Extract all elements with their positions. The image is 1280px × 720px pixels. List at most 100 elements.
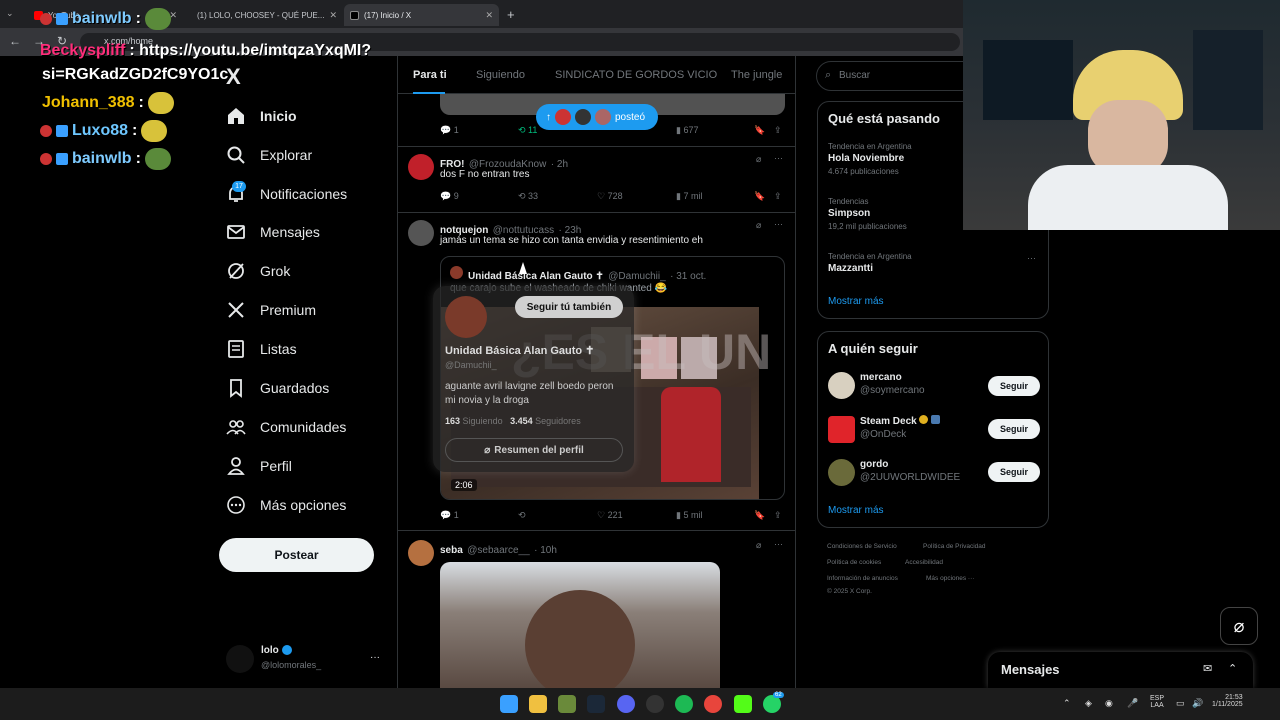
tray-app-icon[interactable]: ◈: [1085, 698, 1092, 709]
back-icon[interactable]: ←: [9, 34, 21, 48]
suggestion-user[interactable]: mercano @soymercano: [860, 372, 925, 396]
following-count[interactable]: 163: [445, 416, 460, 426]
share-icon[interactable]: ⇪: [774, 191, 782, 202]
volume-icon[interactable]: 🔊: [1192, 698, 1203, 709]
follow-button[interactable]: Seguir: [988, 462, 1040, 482]
new-posts-pill[interactable]: ↑ posteó: [536, 104, 658, 130]
account-name[interactable]: lolo: [261, 645, 292, 656]
author-name[interactable]: seba: [440, 545, 463, 556]
new-tab-button[interactable]: +: [507, 7, 515, 22]
more-icon[interactable]: ···: [774, 539, 783, 549]
grok-icon[interactable]: ⌀: [756, 540, 761, 551]
repost-button[interactable]: ⟲ 33: [518, 191, 538, 202]
tab-search-icon[interactable]: ⌄: [6, 8, 14, 19]
footer-link[interactable]: Política de Privacidad: [923, 543, 986, 550]
reply-button[interactable]: 💬 9: [440, 191, 459, 202]
followers-label[interactable]: Seguidores: [535, 416, 581, 426]
x-logo-icon[interactable]: X: [226, 64, 241, 90]
repost-button[interactable]: ⟲: [518, 510, 526, 521]
views-button[interactable]: ▮ 5 mil: [676, 510, 702, 521]
tab-para-ti[interactable]: Para ti: [413, 69, 447, 81]
network-icon[interactable]: ▭: [1176, 698, 1185, 709]
sidebar-item-grok[interactable]: Grok: [226, 261, 290, 281]
bookmark-icon[interactable]: 🔖: [754, 125, 765, 136]
clock[interactable]: 21:53 1/11/2025: [1212, 694, 1243, 708]
tab-sindicato[interactable]: SINDICATO DE GORDOS VICIO: [555, 69, 717, 81]
avatar[interactable]: [828, 459, 855, 486]
more-icon[interactable]: ···: [774, 219, 783, 229]
microphone-icon[interactable]: 🎤: [1127, 698, 1138, 709]
chrome-icon[interactable]: [704, 695, 722, 713]
tray-app-icon[interactable]: ◉: [1105, 698, 1113, 709]
trends-show-more-link[interactable]: Mostrar más: [828, 296, 884, 307]
follow-button[interactable]: Seguir: [988, 419, 1040, 439]
avatar[interactable]: [408, 220, 434, 246]
avatar[interactable]: [408, 154, 434, 180]
footer-link[interactable]: Accesibilidad: [905, 559, 943, 566]
messages-drawer[interactable]: Mensajes ✉ ⌃: [988, 652, 1253, 688]
spotify-icon[interactable]: [675, 695, 693, 713]
sidebar-item-guardados[interactable]: Guardados: [226, 378, 329, 398]
windows-start-icon[interactable]: [500, 695, 518, 713]
bookmark-icon[interactable]: 🔖: [754, 191, 765, 202]
hovercard-name[interactable]: Unidad Básica Alan Gauto ✝: [445, 344, 594, 357]
bookmark-icon[interactable]: 🔖: [754, 510, 765, 521]
file-explorer-icon[interactable]: [529, 695, 547, 713]
follow-back-button[interactable]: Seguir tú también: [515, 296, 623, 318]
footer-link[interactable]: Más opciones ···: [926, 575, 974, 582]
hovercard-handle[interactable]: @Damuchii_: [445, 360, 497, 370]
post-button[interactable]: Postear: [219, 538, 374, 572]
reply-button[interactable]: 💬 1: [440, 125, 459, 136]
sidebar-item-listas[interactable]: Listas: [226, 339, 297, 359]
follow-button[interactable]: Seguir: [988, 376, 1040, 396]
views-button[interactable]: ▮ 7 mil: [676, 191, 702, 202]
obs-icon[interactable]: [646, 695, 664, 713]
grok-icon[interactable]: ⌀: [756, 220, 761, 231]
hovercard-avatar[interactable]: [445, 296, 487, 338]
footer-link[interactable]: Política de cookies: [827, 559, 881, 566]
sidebar-item-mensajes[interactable]: Mensajes: [226, 222, 320, 242]
footer-link[interactable]: Condiciones de Servicio: [827, 543, 897, 550]
account-more-icon[interactable]: ···: [370, 652, 380, 663]
views-button[interactable]: ▮ 677: [676, 125, 698, 136]
trend-item[interactable]: Tendencias Simpson 19,2 mil publicacione…: [828, 197, 907, 231]
tab-the-jungle[interactable]: The jungle: [731, 69, 782, 81]
minecraft-icon[interactable]: [558, 695, 576, 713]
avatar[interactable]: [408, 540, 434, 566]
chevron-up-icon[interactable]: ⌃: [1228, 662, 1237, 675]
steam-icon[interactable]: [587, 695, 605, 713]
sidebar-item-mas-opciones[interactable]: Más opciones: [226, 495, 346, 515]
post-time[interactable]: · 2h: [551, 159, 568, 170]
suggestion-user[interactable]: Steam Deck @OnDeck: [860, 415, 941, 440]
profile-summary-button[interactable]: ⌀ Resumen del perfil: [445, 438, 623, 462]
who-show-more-link[interactable]: Mostrar más: [828, 505, 884, 516]
steam-deck-logo-icon[interactable]: [828, 416, 855, 443]
sidebar-item-perfil[interactable]: Perfil: [226, 456, 292, 476]
trend-item[interactable]: Tendencia en Argentina Mazzantti: [828, 252, 912, 274]
trend-item[interactable]: Tendencia en Argentina Hola Noviembre 4.…: [828, 142, 912, 176]
like-button[interactable]: ♡ 221: [597, 510, 623, 521]
suggestion-user[interactable]: gordo @2UUWORLDWIDEE: [860, 459, 960, 483]
trend-more-icon[interactable]: ···: [1027, 253, 1036, 263]
share-icon[interactable]: ⇪: [774, 125, 782, 136]
more-icon[interactable]: ···: [774, 153, 783, 163]
sidebar-item-inicio[interactable]: Inicio: [226, 106, 297, 126]
sidebar-item-premium[interactable]: Premium: [226, 300, 316, 320]
account-avatar[interactable]: [226, 645, 254, 673]
tab-x-home[interactable]: (17) Inicio / X ✕: [344, 4, 499, 26]
author-handle[interactable]: @sebaarce__: [467, 545, 529, 556]
tab-siguiendo[interactable]: Siguiendo: [476, 69, 525, 81]
language-indicator[interactable]: ESP LAA: [1150, 695, 1164, 709]
followers-count[interactable]: 3.454: [510, 416, 533, 426]
share-icon[interactable]: ⇪: [774, 510, 782, 521]
post-image[interactable]: [440, 562, 720, 688]
new-message-icon[interactable]: ✉: [1203, 662, 1212, 675]
repost-button[interactable]: ⟲ 11: [518, 125, 537, 136]
avatar[interactable]: [828, 372, 855, 399]
tab-lolo[interactable]: (1) LOLO, CHOOSEY - QUÉ PUE... ✕: [186, 4, 341, 26]
like-button[interactable]: ♡ 728: [597, 191, 623, 202]
post-time[interactable]: · 10h: [534, 545, 557, 556]
kick-icon[interactable]: [734, 695, 752, 713]
sidebar-item-comunidades[interactable]: Comunidades: [226, 417, 346, 437]
close-icon[interactable]: ✕: [485, 10, 493, 21]
